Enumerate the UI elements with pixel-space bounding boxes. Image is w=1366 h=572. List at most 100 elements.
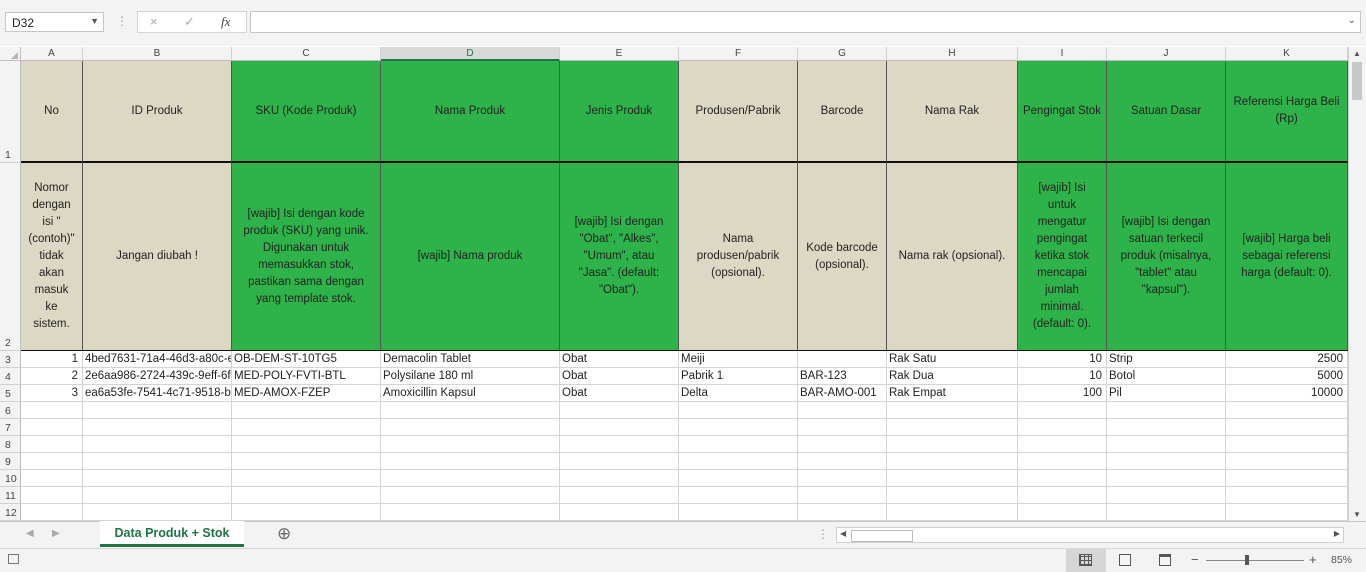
cell-b5[interactable]: ea6a53fe-7541-4c71-9518-b. [83, 385, 232, 402]
cell-a6[interactable] [21, 402, 83, 419]
cell-e8[interactable] [560, 436, 679, 453]
cell-b7[interactable] [83, 419, 232, 436]
column-header-d[interactable]: D [381, 47, 560, 61]
header-cell-f[interactable]: Produsen/Pabrik [679, 61, 798, 163]
description-cell-g[interactable]: Kode barcode (opsional). [798, 163, 887, 351]
cell-d5[interactable]: Amoxicillin Kapsul [381, 385, 560, 402]
header-cell-k[interactable]: Referensi Harga Beli (Rp) [1226, 61, 1348, 163]
row-header-6[interactable]: 6 [0, 402, 21, 419]
cell-c6[interactable] [232, 402, 381, 419]
column-header-c[interactable]: C [232, 47, 381, 61]
cell-k12[interactable] [1226, 504, 1348, 521]
cell-a7[interactable] [21, 419, 83, 436]
zoom-slider[interactable] [1206, 560, 1304, 561]
cell-f12[interactable] [679, 504, 798, 521]
cell-e5[interactable]: Obat [560, 385, 679, 402]
row-header-1[interactable]: 1 [0, 61, 21, 163]
column-header-g[interactable]: G [798, 47, 887, 61]
select-all-corner[interactable] [0, 47, 21, 61]
description-cell-b[interactable]: Jangan diubah ! [83, 163, 232, 351]
cell-a8[interactable] [21, 436, 83, 453]
insert-function-icon[interactable]: fx [221, 14, 230, 30]
row-header-5[interactable]: 5 [0, 385, 21, 402]
cell-c5[interactable]: MED-AMOX-FZEP [232, 385, 381, 402]
header-cell-e[interactable]: Jenis Produk [560, 61, 679, 163]
cell-e12[interactable] [560, 504, 679, 521]
cell-k6[interactable] [1226, 402, 1348, 419]
cell-a12[interactable] [21, 504, 83, 521]
cell-f11[interactable] [679, 487, 798, 504]
cell-h6[interactable] [887, 402, 1018, 419]
cell-g7[interactable] [798, 419, 887, 436]
header-cell-g[interactable]: Barcode [798, 61, 887, 163]
cell-i6[interactable] [1018, 402, 1107, 419]
row-header-8[interactable]: 8 [0, 436, 21, 453]
cell-c7[interactable] [232, 419, 381, 436]
row-header-2[interactable]: 2 [0, 163, 21, 351]
cell-h4[interactable]: Rak Dua [887, 368, 1018, 385]
header-cell-j[interactable]: Satuan Dasar [1107, 61, 1226, 163]
chevron-down-icon[interactable]: ⌄ [1348, 15, 1356, 26]
cell-i4[interactable]: 10 [1018, 368, 1107, 385]
cell-e3[interactable]: Obat [560, 351, 679, 368]
name-box[interactable]: D32 ▼ [5, 12, 104, 32]
zoom-in-button[interactable]: + [1309, 552, 1317, 567]
cell-j11[interactable] [1107, 487, 1226, 504]
column-header-h[interactable]: H [887, 47, 1018, 61]
header-cell-a[interactable]: No [21, 61, 83, 163]
row-header-7[interactable]: 7 [0, 419, 21, 436]
cell-f8[interactable] [679, 436, 798, 453]
cell-d12[interactable] [381, 504, 560, 521]
cell-b6[interactable] [83, 402, 232, 419]
row-header-9[interactable]: 9 [0, 453, 21, 470]
cell-h9[interactable] [887, 453, 1018, 470]
scroll-left-icon[interactable]: ◀ [840, 529, 846, 538]
page-break-preview-button[interactable] [1159, 554, 1171, 566]
cell-k5[interactable]: 10000 [1226, 385, 1348, 402]
cell-f10[interactable] [679, 470, 798, 487]
cell-c10[interactable] [232, 470, 381, 487]
cell-j9[interactable] [1107, 453, 1226, 470]
column-header-j[interactable]: J [1107, 47, 1226, 61]
cell-a3[interactable]: 1 [21, 351, 83, 368]
description-cell-c[interactable]: [wajib] Isi dengan kode produk (SKU) yan… [232, 163, 381, 351]
cell-f9[interactable] [679, 453, 798, 470]
cell-c12[interactable] [232, 504, 381, 521]
cell-g11[interactable] [798, 487, 887, 504]
cell-c9[interactable] [232, 453, 381, 470]
cell-k4[interactable]: 5000 [1226, 368, 1348, 385]
cell-k9[interactable] [1226, 453, 1348, 470]
cell-g12[interactable] [798, 504, 887, 521]
row-header-3[interactable]: 3 [0, 351, 21, 368]
cell-i9[interactable] [1018, 453, 1107, 470]
cell-c11[interactable] [232, 487, 381, 504]
cell-e7[interactable] [560, 419, 679, 436]
cell-f7[interactable] [679, 419, 798, 436]
cell-j6[interactable] [1107, 402, 1226, 419]
column-header-k[interactable]: K [1226, 47, 1348, 61]
macro-record-icon[interactable] [8, 554, 19, 564]
cell-h11[interactable] [887, 487, 1018, 504]
cell-k11[interactable] [1226, 487, 1348, 504]
cell-h7[interactable] [887, 419, 1018, 436]
cell-g9[interactable] [798, 453, 887, 470]
cell-g4[interactable]: BAR-123 [798, 368, 887, 385]
scroll-down-icon[interactable]: ▼ [1353, 510, 1361, 519]
column-header-f[interactable]: F [679, 47, 798, 61]
cell-f3[interactable]: Meiji [679, 351, 798, 368]
cell-i8[interactable] [1018, 436, 1107, 453]
row-header-12[interactable]: 12 [0, 504, 21, 521]
cell-j12[interactable] [1107, 504, 1226, 521]
cell-j7[interactable] [1107, 419, 1226, 436]
vertical-scrollbar[interactable]: ▲ ▼ [1348, 47, 1366, 521]
header-cell-c[interactable]: SKU (Kode Produk) [232, 61, 381, 163]
column-header-i[interactable]: I [1018, 47, 1107, 61]
cell-g6[interactable] [798, 402, 887, 419]
cell-e9[interactable] [560, 453, 679, 470]
cell-b10[interactable] [83, 470, 232, 487]
cell-d11[interactable] [381, 487, 560, 504]
cell-c8[interactable] [232, 436, 381, 453]
cell-d10[interactable] [381, 470, 560, 487]
cell-f6[interactable] [679, 402, 798, 419]
cell-h10[interactable] [887, 470, 1018, 487]
